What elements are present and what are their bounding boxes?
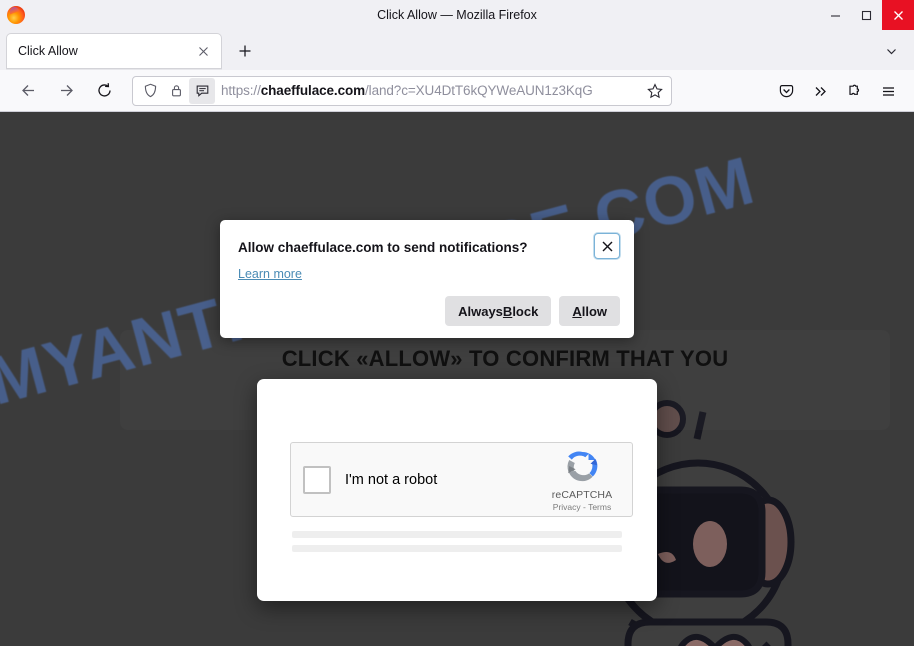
learn-more-link[interactable]: Learn more — [238, 267, 302, 281]
list-all-tabs-icon[interactable] — [878, 38, 904, 64]
navigation-toolbar: https://chaeffulace.com/land?c=XU4DtT6kQ… — [0, 70, 914, 112]
url-path: /land?c=XU4DtT6kQYWeAUN1z3KqG — [365, 83, 593, 98]
toolbar-end-buttons — [768, 70, 914, 112]
recaptcha-checkbox[interactable] — [303, 465, 331, 494]
always-block-button[interactable]: Always Block — [445, 296, 552, 326]
close-window-button[interactable] — [882, 0, 914, 30]
firefox-logo-icon — [7, 6, 25, 24]
overflow-chevrons-icon[interactable] — [804, 75, 836, 107]
close-popup-button[interactable] — [594, 233, 620, 259]
allow-accesskey: A — [572, 303, 582, 319]
back-icon[interactable] — [12, 75, 44, 107]
identity-box — [137, 77, 215, 104]
tab-strip: Click Allow — [0, 30, 914, 70]
application-menu-icon[interactable] — [872, 75, 904, 107]
url-text[interactable]: https://chaeffulace.com/land?c=XU4DtT6kQ… — [221, 83, 642, 98]
notification-popup-title: Allow chaeffulace.com to send notificati… — [238, 240, 528, 255]
extensions-puzzle-icon[interactable] — [838, 75, 870, 107]
window-title: Click Allow — Mozilla Firefox — [377, 8, 537, 22]
pocket-icon[interactable] — [770, 75, 802, 107]
recaptcha-legal-links[interactable]: Privacy - Terms — [553, 502, 611, 512]
tab-title: Click Allow — [18, 44, 78, 58]
recaptcha-logo-icon — [567, 451, 598, 482]
maximize-button[interactable] — [851, 0, 882, 30]
recaptcha-brand-name: reCAPTCHA — [551, 489, 613, 501]
lock-icon[interactable] — [163, 78, 189, 104]
new-tab-button[interactable] — [230, 36, 260, 66]
always-block-post: lock — [512, 303, 539, 319]
window-controls — [820, 0, 914, 30]
close-tab-icon[interactable] — [191, 39, 215, 63]
allow-button[interactable]: Allow — [559, 296, 620, 326]
url-scheme: https:// — [221, 83, 261, 98]
notification-permission-icon[interactable] — [189, 77, 215, 104]
captcha-card: I'm not a robot reCAPTCHA Privacy - Term… — [257, 379, 657, 601]
reload-icon[interactable] — [88, 75, 120, 107]
bookmark-star-icon[interactable] — [642, 78, 668, 104]
minimize-button[interactable] — [820, 0, 851, 30]
notification-permission-popup: Allow chaeffulace.com to send notificati… — [220, 220, 634, 338]
always-block-accesskey: B — [502, 303, 513, 319]
shield-icon[interactable] — [137, 78, 163, 104]
recaptcha-label: I'm not a robot — [345, 471, 438, 488]
url-host: chaeffulace.com — [260, 83, 366, 98]
url-bar[interactable]: https://chaeffulace.com/land?c=XU4DtT6kQ… — [132, 75, 672, 106]
forward-icon[interactable] — [50, 75, 82, 107]
page-content: CLICK «ALLOW» TO CONFIRM THAT YOU MYANTI… — [0, 112, 914, 646]
recaptcha-branding: reCAPTCHA Privacy - Terms — [536, 447, 628, 512]
notification-popup-actions: Always Block Allow — [445, 296, 620, 326]
firefox-window: Click Allow — Mozilla Firefox Click Allo… — [0, 0, 914, 646]
recaptcha-widget[interactable]: I'm not a robot reCAPTCHA Privacy - Term… — [290, 442, 633, 517]
always-block-pre: Always — [458, 303, 503, 319]
title-bar: Click Allow — Mozilla Firefox — [0, 0, 914, 30]
allow-post: llow — [581, 303, 607, 319]
card-faint-text — [292, 531, 622, 573]
browser-tab[interactable]: Click Allow — [6, 33, 222, 69]
